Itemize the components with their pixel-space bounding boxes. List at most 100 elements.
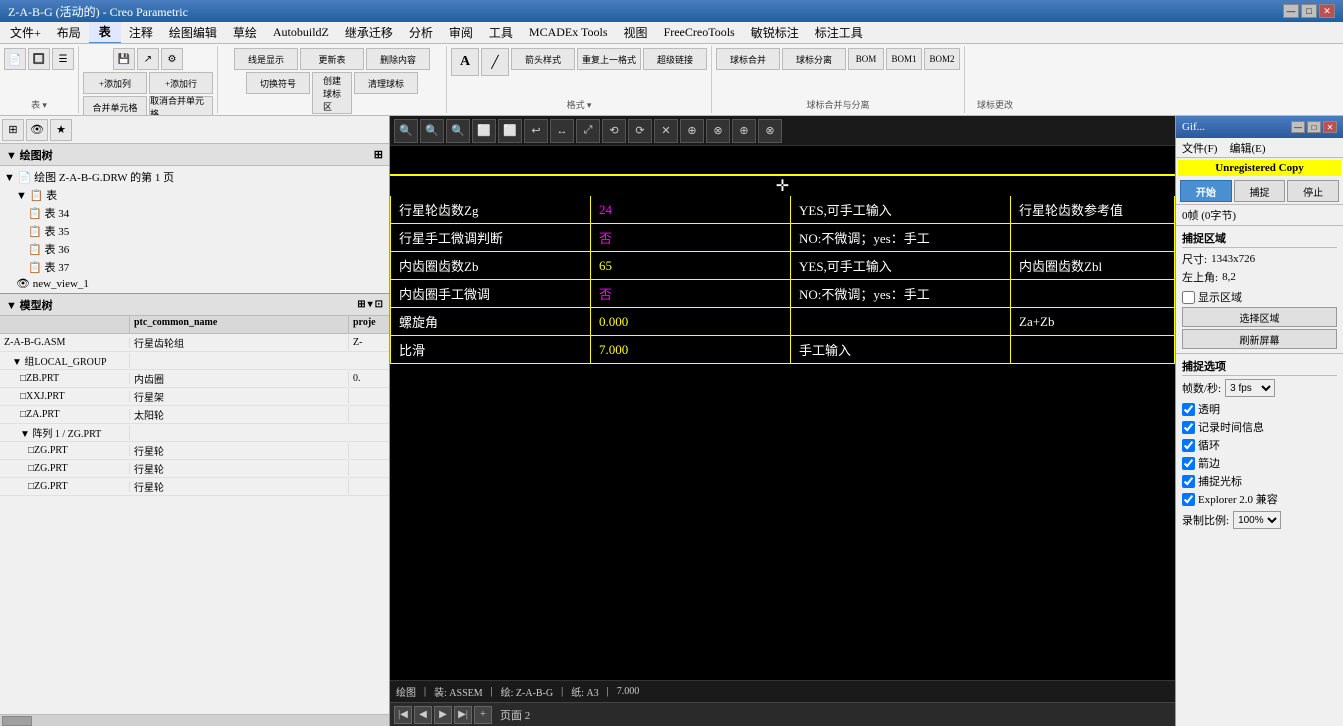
btn-bom1[interactable]: BOM1 (886, 48, 922, 70)
drawing-tree-item-table37[interactable]: 📋 表 37 (0, 258, 389, 276)
btn-balloon-combine[interactable]: 球标合并 (716, 48, 780, 70)
drawing-tree-item-newview[interactable]: 👁 new_view_1 (0, 276, 389, 291)
canvas-btn-undo[interactable]: ↩ (524, 119, 548, 143)
nav-btn-last[interactable]: ▶| (454, 706, 472, 724)
model-tree-row-array[interactable]: ▼ 阵列 1 / ZG.PRT (0, 424, 389, 442)
capture-min-btn[interactable]: — (1291, 121, 1305, 133)
model-tree-btn1[interactable]: ⊞ (357, 299, 365, 310)
canvas-btn-rot-ccw[interactable]: ⟳ (628, 119, 652, 143)
timestamp-checkbox[interactable]: 记录时间信息 (1182, 419, 1337, 435)
btn-delete-content[interactable]: 删除内容 (366, 48, 430, 70)
btn-hyperlink[interactable]: 超级链接 (643, 48, 707, 70)
drawing-tree-item-table-group[interactable]: ▼ 📋 表 (0, 186, 389, 204)
btn-merge-cell[interactable]: 合并单元格 (83, 96, 147, 116)
canvas-btn-rect[interactable]: ⬜ (472, 119, 496, 143)
capture-max-btn[interactable]: □ (1307, 121, 1321, 133)
canvas-btn-zoom-fit[interactable]: 🔍 (394, 119, 418, 143)
btn-table-from-file[interactable]: 📄 (4, 48, 26, 70)
show-region-checkbox[interactable]: 显示区域 (1182, 289, 1242, 305)
model-tree-row-zg1[interactable]: □ZG.PRT 行星轮 (0, 442, 389, 460)
btn-line-show[interactable]: 线是显示 (234, 48, 298, 70)
btn-move-to-page[interactable]: ↗ (137, 48, 159, 70)
canvas-btn-rot-cw[interactable]: ⟲ (602, 119, 626, 143)
btn-save-table[interactable]: 💾 (113, 48, 135, 70)
nav-btn-add[interactable]: + (474, 706, 492, 724)
table-canvas[interactable]: 行星齿轮优化系统 初定速比 5.210 模数 1.000 (390, 196, 1175, 680)
transparent-checkbox[interactable]: 透明 (1182, 401, 1337, 417)
close-btn[interactable]: ✕ (1319, 4, 1335, 18)
icon-view[interactable]: 👁 (26, 119, 48, 141)
canvas-btn-close[interactable]: ✕ (654, 119, 678, 143)
drawing-tree-options[interactable]: ⊞ (374, 148, 383, 161)
menu-item-annotation[interactable]: 注释 (121, 22, 161, 43)
btn-hole-table[interactable]: 🔲 (28, 48, 50, 70)
icon-star[interactable]: ★ (50, 119, 72, 141)
border-checkbox[interactable]: 箭边 (1182, 455, 1337, 471)
menu-item-file[interactable]: 文件+ (2, 22, 49, 43)
canvas-btn-rect2[interactable]: ⬜ (498, 119, 522, 143)
btn-toggle-symbol[interactable]: 切换符号 (246, 72, 310, 94)
canvas-btn-plus2[interactable]: ⊕ (732, 119, 756, 143)
btn-update-table[interactable]: 更新表 (300, 48, 364, 70)
menu-item-review[interactable]: 审阅 (441, 22, 481, 43)
model-tree-row-localgroup[interactable]: ▼ 组LOCAL_GROUP (0, 352, 389, 370)
drawing-tree-item-drawing[interactable]: ▼ 📄 绘图 Z-A-B-G.DRW 的第 1 页 (0, 168, 389, 186)
menu-item-inherit[interactable]: 继承迁移 (337, 22, 401, 43)
capture-stop-btn[interactable]: 停止 (1287, 180, 1339, 202)
menu-item-freecreo[interactable]: FreeCreoTools (656, 23, 743, 42)
nav-btn-prev[interactable]: ◀ (414, 706, 432, 724)
drawing-tree-item-table34[interactable]: 📋 表 34 (0, 204, 389, 222)
drawing-tree-item-table36[interactable]: 📋 表 36 (0, 240, 389, 258)
canvas-btn-zoom-in[interactable]: 🔍 (446, 119, 470, 143)
menu-item-mcadex[interactable]: MCADEx Tools (521, 23, 616, 42)
btn-select-table[interactable]: ☰ (52, 48, 74, 70)
btn-properties[interactable]: ⚙ (161, 48, 183, 70)
loop-checkbox[interactable]: 循环 (1182, 437, 1337, 453)
model-tree-btn2[interactable]: ▾ (368, 299, 373, 310)
menu-item-analysis[interactable]: 分析 (401, 22, 441, 43)
canvas-btn-zoom-out[interactable]: 🔍 (420, 119, 444, 143)
model-tree-btn3[interactable]: ⊡ (375, 299, 383, 310)
canvas-btn-horiz[interactable]: ↔ (550, 119, 574, 143)
btn-clear-balloons[interactable]: 清理球标 (354, 72, 418, 94)
btn-split-cell[interactable]: 取消合并单元格 (149, 96, 213, 116)
model-tree-row-zb[interactable]: □ZB.PRT 内齿圈 0. (0, 370, 389, 388)
capture-capture-btn[interactable]: 捕捉 (1234, 180, 1286, 202)
model-tree-row-asm[interactable]: Z-A-B-G.ASM 行星齿轮组 Z- (0, 334, 389, 352)
model-tree-row-zg2[interactable]: □ZG.PRT 行星轮 (0, 460, 389, 478)
btn-balloon-separate[interactable]: 球标分离 (782, 48, 846, 70)
btn-create-balloon-zone[interactable]: 创建球标区 (312, 72, 352, 114)
model-tree-row-zg3[interactable]: □ZG.PRT 行星轮 (0, 478, 389, 496)
menu-item-markup[interactable]: 标注工具 (807, 22, 871, 43)
nav-btn-first[interactable]: |◀ (394, 706, 412, 724)
capture-close-btn[interactable]: ✕ (1323, 121, 1337, 133)
explorer-checkbox[interactable]: Explorer 2.0 兼容 (1182, 491, 1337, 507)
menu-item-table[interactable]: 表 (89, 22, 121, 44)
menu-item-drawing-edit[interactable]: 绘图编辑 (161, 22, 225, 43)
left-panel-scrollbar[interactable] (0, 714, 389, 726)
canvas-btn-expand[interactable]: ⤢ (576, 119, 600, 143)
cap-menu-file[interactable]: 文件(F) (1176, 139, 1223, 157)
maximize-btn[interactable]: □ (1301, 4, 1317, 18)
capture-start-btn[interactable]: 开始 (1180, 180, 1232, 202)
minimize-btn[interactable]: — (1283, 4, 1299, 18)
menu-item-tools[interactable]: 工具 (481, 22, 521, 43)
btn-repeat-format[interactable]: 重复上一格式 (577, 48, 641, 70)
btn-bom[interactable]: BOM (848, 48, 884, 70)
canvas-btn-minus2[interactable]: ⊗ (758, 119, 782, 143)
menu-item-sharp[interactable]: 敏锐标注 (743, 22, 807, 43)
btn-bom2[interactable]: BOM2 (924, 48, 960, 70)
refresh-screen-btn[interactable]: 刷新屏幕 (1182, 329, 1337, 349)
fps-select[interactable]: 3 fps 5 fps 10 fps (1225, 379, 1275, 397)
model-tree-row-za[interactable]: □ZA.PRT 太阳轮 (0, 406, 389, 424)
btn-line-type[interactable]: ╱ (481, 48, 509, 76)
btn-text-style[interactable]: A (451, 48, 479, 76)
menu-item-layout[interactable]: 布局 (49, 22, 89, 43)
scale-select[interactable]: 100% 75% 50% (1233, 511, 1281, 529)
select-region-btn[interactable]: 选择区域 (1182, 307, 1337, 327)
menu-item-sketch[interactable]: 草绘 (225, 22, 265, 43)
drawing-tree-item-table35[interactable]: 📋 表 35 (0, 222, 389, 240)
model-tree-row-xxj[interactable]: □XXJ.PRT 行星架 (0, 388, 389, 406)
menu-item-autobuildz[interactable]: AutobuildZ (265, 23, 337, 42)
canvas-btn-minus[interactable]: ⊗ (706, 119, 730, 143)
